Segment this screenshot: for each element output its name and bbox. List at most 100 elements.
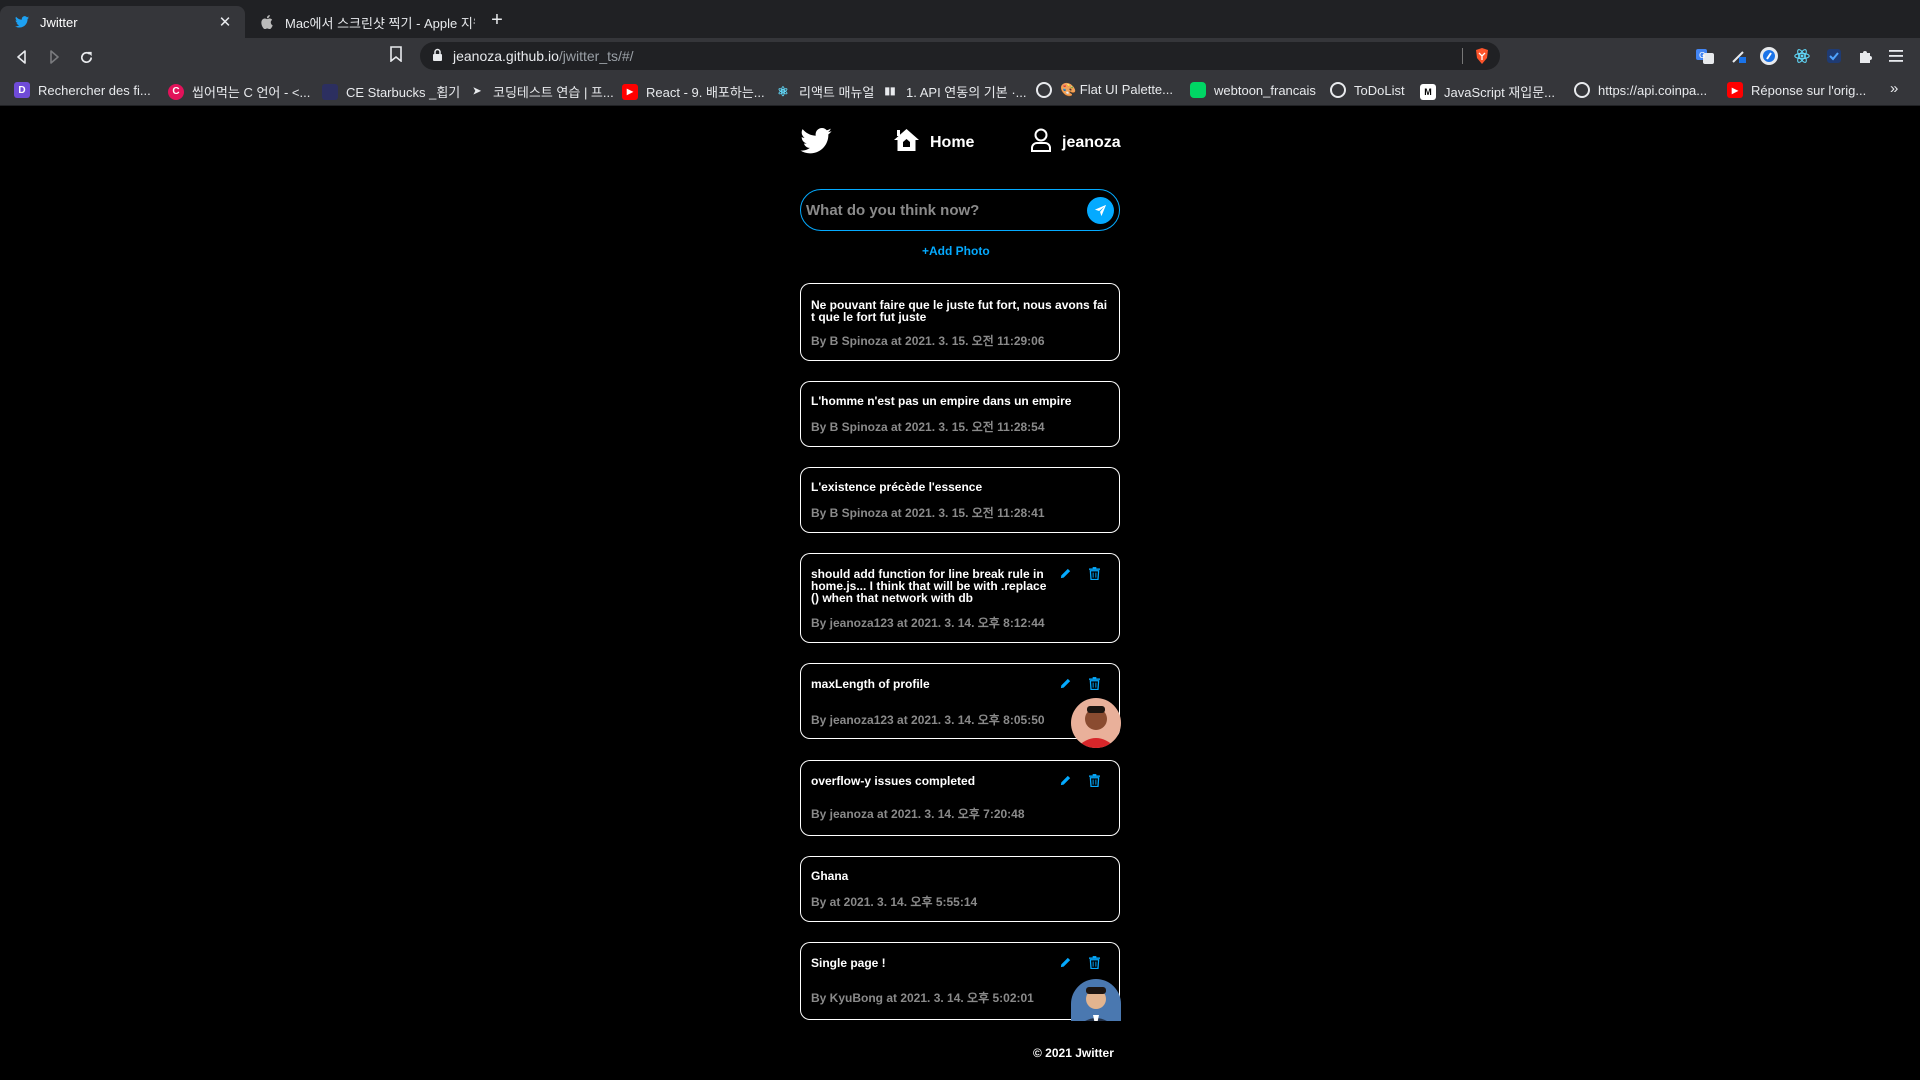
bookmark-item[interactable]: CE Starbucks _횝기 xyxy=(322,82,460,101)
url-text: jeanoza.github.io/jwitter_ts/#/ xyxy=(453,48,634,64)
tweet-text: L'homme n'est pas un empire dans un empi… xyxy=(811,394,1072,408)
twitter-favicon-icon xyxy=(14,14,30,30)
checkmark-extension-icon[interactable] xyxy=(1824,46,1844,66)
tweet-photo xyxy=(1071,698,1121,748)
back-icon[interactable] xyxy=(11,46,33,68)
extensions-puzzle-icon[interactable] xyxy=(1856,46,1876,66)
edit-pencil-icon[interactable] xyxy=(1059,956,1072,969)
webtoon-icon xyxy=(1190,82,1206,98)
tweet-actions xyxy=(1042,567,1100,580)
bookmark-item[interactable]: D Rechercher des fi... xyxy=(14,82,151,98)
app-navigation: Home jeanoza xyxy=(0,106,1920,178)
tweet-text: overflow-y issues completed xyxy=(811,774,976,788)
trash-icon[interactable] xyxy=(1089,677,1100,690)
trash-icon[interactable] xyxy=(1089,956,1100,969)
profile-link[interactable]: jeanoza xyxy=(1030,128,1121,157)
add-photo-button[interactable]: +Add Photo xyxy=(922,244,990,258)
tweet-text: L'existence précède l'essence xyxy=(811,480,983,494)
bookmark-item[interactable]: ▶ Réponse sur l'orig... xyxy=(1727,82,1866,98)
new-tab-icon[interactable]: + xyxy=(486,9,508,32)
page-icon xyxy=(322,83,338,100)
tweet-meta: By jeanoza123 at 2021. 3. 14. 오후 8:05:50 xyxy=(811,713,1045,727)
edit-pencil-icon[interactable] xyxy=(1059,677,1072,690)
bookmark-label: 1. API 연동의 기본 ·... xyxy=(906,85,1027,100)
twitter-logo-icon[interactable] xyxy=(800,128,832,159)
svg-text:G: G xyxy=(1699,51,1705,60)
tweet-card: should add function for line break rule … xyxy=(800,553,1120,643)
lock-icon xyxy=(432,48,443,67)
tab-jwitter[interactable]: Jwitter ✕ xyxy=(0,6,245,38)
youtube-icon: ▶ xyxy=(622,83,638,100)
bookmark-label: 🎨 Flat UI Palette... xyxy=(1060,82,1174,97)
browser-toolbar: jeanoza.github.io/jwitter_ts/#/ G xyxy=(0,38,1920,74)
edit-pencil-icon[interactable] xyxy=(1059,774,1072,787)
bookmark-item[interactable]: ▶ React - 9. 배포하는... xyxy=(622,82,765,101)
menu-icon[interactable] xyxy=(1886,46,1906,66)
tweet-actions xyxy=(1042,956,1100,969)
bookmark-item[interactable]: ▮▮ 1. API 연동의 기본 ·... xyxy=(882,82,1027,101)
profile-label: jeanoza xyxy=(1062,133,1121,151)
tweet-card: Ghana By at 2021. 3. 14. 오후 5:55:14 xyxy=(800,856,1120,922)
home-icon xyxy=(893,128,920,157)
bookmark-item[interactable]: 🎨 Flat UI Palette... xyxy=(1036,82,1173,98)
bookmark-item[interactable]: M JavaScript 재입문... xyxy=(1420,82,1555,101)
address-bar[interactable]: jeanoza.github.io/jwitter_ts/#/ xyxy=(420,42,1500,70)
tweet-meta: By B Spinoza at 2021. 3. 15. 오전 11:28:41 xyxy=(811,506,1045,520)
bookmark-label: https://api.coinpa... xyxy=(1598,82,1708,98)
send-button[interactable] xyxy=(1087,197,1114,224)
home-link[interactable]: Home xyxy=(893,128,974,157)
tweet-card: L'homme n'est pas un empire dans un empi… xyxy=(800,381,1120,447)
reload-icon[interactable] xyxy=(75,46,97,68)
tweet-actions xyxy=(1042,774,1100,787)
url-host: jeanoza.github.io xyxy=(453,48,559,64)
book-icon: ▮▮ xyxy=(884,86,896,97)
youtube-icon: ▶ xyxy=(1727,82,1743,98)
translate-extension-icon[interactable]: G xyxy=(1695,46,1715,66)
edit-pencil-icon[interactable] xyxy=(1059,567,1072,580)
bookmark-label: webtoon_francais xyxy=(1214,82,1316,98)
paper-plane-icon xyxy=(1094,204,1107,217)
more-bookmarks-icon[interactable]: » xyxy=(1890,80,1898,97)
pen-extension-icon[interactable] xyxy=(1729,46,1749,66)
apple-favicon-icon xyxy=(259,14,275,30)
tweet-meta: By jeanoza123 at 2021. 3. 14. 오후 8:12:44 xyxy=(811,616,1045,630)
bookmark-label: CE Starbucks _횝기 xyxy=(346,85,461,100)
tweet-composer xyxy=(800,189,1120,231)
bookmark-label: 코딩테스트 연습 | 프... xyxy=(493,85,614,100)
mdn-icon: M xyxy=(1420,83,1436,100)
tweet-card: Ne pouvant faire que le juste fut fort, … xyxy=(800,283,1120,361)
globe-icon xyxy=(1574,82,1590,98)
bookmark-item[interactable]: webtoon_francais xyxy=(1190,82,1316,98)
tweet-text: maxLength of profile xyxy=(811,677,930,691)
tweet-card: overflow-y issues completed By jeanoza a… xyxy=(800,760,1120,836)
tweet-card: maxLength of profile By jeanoza123 at 20… xyxy=(800,663,1121,748)
tweet-text: Ne pouvant faire que le juste fut fort, … xyxy=(811,298,1108,324)
url-path: /jwitter_ts/#/ xyxy=(558,48,634,64)
tweet-photo xyxy=(1071,979,1121,1021)
tab-apple-support[interactable]: Mac에서 스크린샷 찍기 - Apple 지원 xyxy=(245,6,475,38)
tweet-card: L'existence précède l'essence By B Spino… xyxy=(800,467,1120,533)
d-icon: D xyxy=(14,82,30,98)
bookmark-item[interactable]: ToDoList xyxy=(1330,82,1405,98)
brave-shields-icon[interactable] xyxy=(1474,47,1490,70)
bookmark-page-icon[interactable] xyxy=(389,46,403,67)
trash-icon[interactable] xyxy=(1089,567,1100,580)
trash-icon[interactable] xyxy=(1089,774,1100,787)
plus-icon: + xyxy=(922,244,930,258)
tweet-input[interactable] xyxy=(806,196,1076,224)
bookmark-label: 씹어먹는 C 언어 - <... xyxy=(192,85,311,100)
footer-copyright: © 2021 Jwitter xyxy=(1033,1046,1114,1060)
bookmark-item[interactable]: https://api.coinpa... xyxy=(1574,82,1707,98)
bookmark-item[interactable]: C 씹어먹는 C 언어 - <... xyxy=(168,82,310,101)
forward-icon[interactable] xyxy=(43,46,65,68)
omnibox-divider xyxy=(1462,48,1463,64)
react-devtools-icon[interactable] xyxy=(1792,46,1812,66)
bookmark-item[interactable]: ➤ 코딩테스트 연습 | 프... xyxy=(469,82,614,101)
bookmark-label: 리액트 매뉴얼 xyxy=(799,85,875,100)
tweet-meta: By at 2021. 3. 14. 오후 5:55:14 xyxy=(811,895,978,909)
bookmark-label: Rechercher des fi... xyxy=(38,82,151,98)
bookmark-item[interactable]: ⚛ 리액트 매뉴얼 xyxy=(775,82,874,101)
tab-title: Mac에서 스크린샷 찍기 - Apple 지원 xyxy=(285,15,475,31)
compass-extension-icon[interactable] xyxy=(1759,46,1779,66)
close-tab-icon[interactable]: ✕ xyxy=(217,13,233,31)
